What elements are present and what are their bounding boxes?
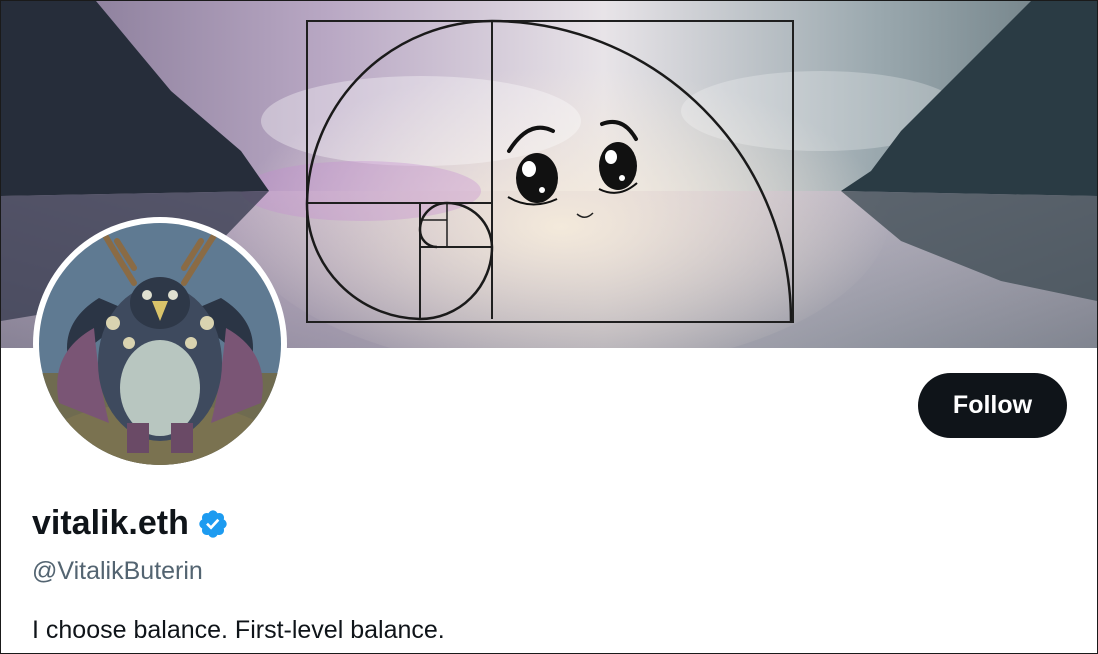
avatar-image: [39, 223, 281, 465]
profile-bio: I choose balance. First-level balance.: [32, 616, 445, 644]
verified-badge-icon[interactable]: [197, 508, 229, 540]
profile-avatar[interactable]: [33, 217, 287, 471]
follow-button[interactable]: Follow: [918, 373, 1067, 438]
profile-card: Follow vitalik.eth @VitalikButerin I cho…: [0, 0, 1098, 654]
name-row: vitalik.eth: [32, 504, 229, 543]
user-handle: @VitalikButerin: [32, 557, 203, 585]
display-name: vitalik.eth: [32, 504, 189, 542]
